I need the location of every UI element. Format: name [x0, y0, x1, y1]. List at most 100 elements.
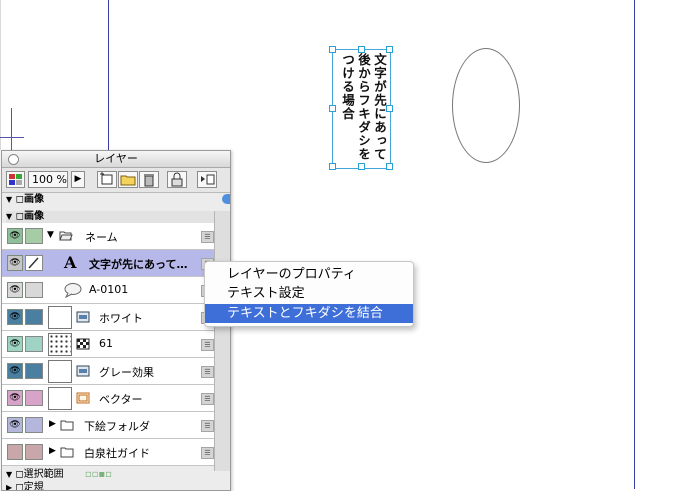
expand-triangle-icon[interactable]: ▶	[6, 483, 12, 490]
layer-thumbnail	[48, 360, 72, 383]
layer-row[interactable]: 👁 ▼ ネーム ☰	[2, 223, 214, 250]
layer-name: 下絵フォルダ	[84, 420, 150, 433]
crop-mark-vertical	[11, 108, 12, 150]
collapse-triangle-icon[interactable]: ▼	[6, 195, 12, 204]
palette-titlebar[interactable]: レイヤー	[2, 151, 230, 168]
context-menu: レイヤーのプロパティ テキスト設定 テキストとフキダシを結合	[204, 261, 414, 327]
trash-icon[interactable]	[139, 171, 159, 188]
new-layer-icon[interactable]	[97, 171, 117, 188]
raster-layer-icon	[76, 311, 90, 323]
eye-icon[interactable]: 👁	[7, 282, 23, 298]
eye-icon[interactable]: 👁	[7, 390, 23, 406]
zoom-field[interactable]: 100 %	[28, 171, 68, 188]
folder-icon	[60, 447, 74, 458]
resize-handle[interactable]	[358, 163, 365, 170]
layer-options-icon[interactable]: ☰	[201, 393, 214, 405]
eye-icon[interactable]: 👁	[7, 336, 23, 352]
vertical-text: 文字が先にあって 後からフキダシを つける場合	[340, 53, 387, 161]
resize-handle[interactable]	[329, 105, 336, 112]
layer-row[interactable]: 👁 61 ☰	[2, 331, 214, 358]
menu-item-combine-text-balloon[interactable]: テキストとフキダシを結合	[205, 304, 413, 323]
crop-mark-horizontal	[0, 137, 24, 138]
layer-row[interactable]: 👁 ベクター ☰	[2, 385, 214, 412]
layer-color-swatch[interactable]	[25, 282, 43, 298]
layer-name: ホワイト	[99, 312, 143, 325]
palette-menu-icon[interactable]	[197, 171, 217, 188]
section-header-image[interactable]: ▼ ◻画像	[6, 211, 214, 223]
eye-icon[interactable]: 👁	[7, 255, 23, 271]
new-folder-icon[interactable]	[118, 171, 138, 188]
layer-color-icon[interactable]	[6, 171, 25, 188]
canvas-left-edge	[0, 0, 1, 150]
palette-toolbar: 100 % ▶	[2, 168, 230, 193]
play-icon[interactable]: ▶	[71, 171, 85, 188]
folder-expand-triangle-icon[interactable]: ▼	[47, 230, 54, 240]
folder-icon	[60, 420, 74, 431]
speech-balloon-shape[interactable]	[452, 48, 520, 163]
layer-row[interactable]: 👁 ホワイト ☰	[2, 304, 214, 331]
menu-item-layer-properties[interactable]: レイヤーのプロパティ	[205, 265, 413, 284]
layer-color-swatch[interactable]	[25, 336, 43, 352]
text-frame[interactable]: 文字が先にあって 後からフキダシを つける場合	[329, 46, 393, 170]
pen-icon[interactable]	[25, 255, 43, 271]
layer-options-icon[interactable]: ☰	[201, 231, 214, 243]
eye-icon[interactable]: 👁	[7, 363, 23, 379]
eye-icon[interactable]: 👁	[7, 417, 23, 433]
resize-handle[interactable]	[358, 46, 365, 53]
layer-row[interactable]: 👁 A-0101 ☰	[2, 277, 214, 304]
resize-handle[interactable]	[386, 163, 393, 170]
layer-thumbnail	[48, 387, 72, 410]
layer-color-swatch[interactable]	[25, 228, 43, 244]
balloon-icon	[64, 283, 82, 298]
resize-handle[interactable]	[329, 163, 336, 170]
layer-name: ベクター	[99, 393, 143, 406]
folder-collapse-triangle-icon[interactable]: ▶	[49, 446, 56, 456]
layer-options-icon[interactable]: ☰	[201, 366, 214, 378]
resize-handle[interactable]	[386, 105, 393, 112]
layer-row[interactable]: ▶ 白泉社ガイド ☰	[2, 439, 214, 466]
layer-name: A-0101	[89, 283, 129, 296]
eye-icon[interactable]: 👁	[7, 228, 23, 244]
eye-hidden-icon[interactable]	[7, 444, 23, 460]
collapse-triangle-icon[interactable]: ▼	[6, 470, 12, 479]
layer-color-swatch[interactable]	[25, 444, 43, 460]
lock-icon[interactable]	[167, 171, 187, 188]
layer-color-swatch[interactable]	[25, 417, 43, 433]
layer-row[interactable]: 👁 ▶ 下絵フォルダ ☰	[2, 412, 214, 439]
layer-color-swatch[interactable]	[25, 363, 43, 379]
layer-options-icon[interactable]: ☰	[201, 420, 214, 432]
section-header[interactable]: ▼ ◻画像	[6, 194, 214, 206]
layer-name: 文字が先にあって…	[89, 258, 188, 271]
layer-palette: レイヤー 100 % ▶ ▼ ◻画像 ▼ ◻画像 👁 ▼ ネーム ☰ 👁 A 文…	[1, 150, 231, 491]
palette-title: レイヤー	[94, 152, 138, 165]
layer-options-icon[interactable]: ☰	[201, 447, 214, 459]
open-folder-icon	[59, 231, 73, 241]
collapse-triangle-icon[interactable]: ▼	[6, 212, 12, 221]
palette-tab[interactable]	[222, 194, 230, 204]
ruler-section-header[interactable]: ▶ ◻定規	[6, 482, 214, 490]
layer-color-swatch[interactable]	[25, 390, 43, 406]
vector-layer-icon	[76, 392, 90, 404]
tone-layer-icon	[76, 338, 90, 350]
eye-icon[interactable]: 👁	[7, 309, 23, 325]
close-icon[interactable]	[8, 154, 19, 165]
layer-list-scrollbar[interactable]	[214, 211, 230, 471]
layer-thumbnail	[48, 306, 72, 329]
page-edge-line	[634, 0, 635, 489]
resize-handle[interactable]	[329, 46, 336, 53]
resize-handle[interactable]	[386, 46, 393, 53]
layer-row-selected[interactable]: 👁 A 文字が先にあって… ☰	[2, 250, 214, 277]
layer-color-swatch[interactable]	[25, 309, 43, 325]
selection-tool-icons[interactable]: ▫▫▪▫	[85, 469, 112, 480]
layer-row[interactable]: 👁 グレー効果 ☰	[2, 358, 214, 385]
raster-layer-icon	[76, 365, 90, 377]
layer-name: ネーム	[85, 231, 118, 244]
selection-section-header[interactable]: ▼ ◻選択範囲 ▫▫▪▫	[6, 469, 214, 481]
layer-options-icon[interactable]: ☰	[201, 339, 214, 351]
layer-name: グレー効果	[99, 366, 154, 379]
text-layer-icon: A	[64, 253, 77, 272]
menu-item-text-settings[interactable]: テキスト設定	[205, 284, 413, 303]
tone-thumbnail	[48, 333, 72, 356]
guide-line	[108, 0, 109, 150]
folder-collapse-triangle-icon[interactable]: ▶	[49, 419, 56, 429]
